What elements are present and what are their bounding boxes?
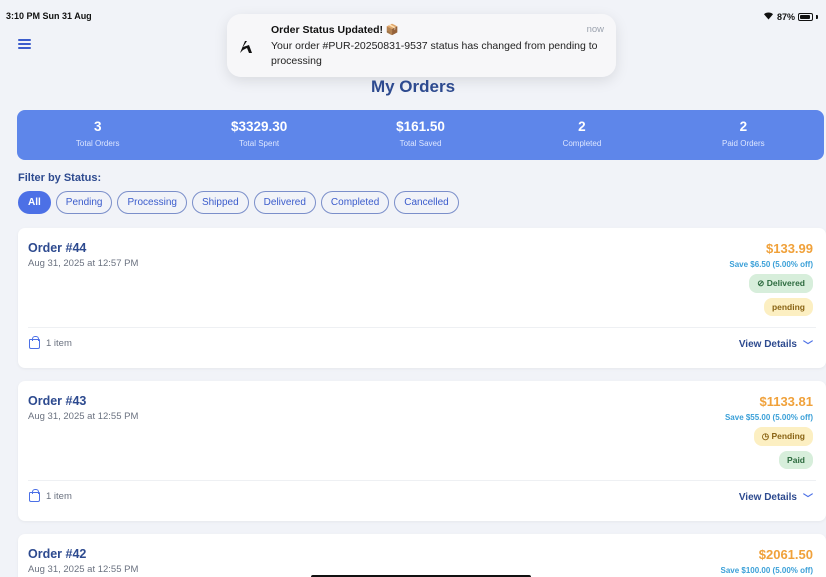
filter-chip-pending[interactable]: Pending bbox=[55, 191, 113, 214]
stat-value: $161.50 bbox=[396, 119, 445, 134]
view-details-label: View Details bbox=[738, 339, 797, 350]
order-date: Aug 31, 2025 at 12:55 PM bbox=[28, 564, 139, 575]
status-filter-chips: All Pending Processing Shipped Delivered… bbox=[18, 191, 459, 214]
view-details-button[interactable]: View Details ﹀ bbox=[739, 490, 813, 505]
battery-icon bbox=[798, 12, 813, 21]
stat-value: 3 bbox=[93, 119, 102, 134]
view-details-button[interactable]: View Details ﹀ bbox=[739, 337, 813, 352]
order-savings: Save $55.00 (5.00% off) bbox=[724, 413, 813, 422]
stat-total-saved: $161.50 Total Saved bbox=[340, 110, 501, 160]
item-count: 1 item bbox=[46, 491, 72, 502]
view-details-label: View Details bbox=[738, 492, 797, 503]
order-price: $1133.81 bbox=[759, 394, 813, 409]
filter-chip-completed[interactable]: Completed bbox=[320, 191, 390, 214]
order-savings: Save $6.50 (5.00% off) bbox=[729, 260, 813, 269]
order-items: 1 item bbox=[29, 335, 72, 349]
divider bbox=[28, 480, 816, 481]
hamburger-menu-icon[interactable] bbox=[18, 39, 31, 49]
filter-chip-processing[interactable]: Processing bbox=[117, 191, 187, 214]
order-date: Aug 31, 2025 at 12:57 PM bbox=[28, 258, 139, 269]
chevron-down-icon: ﹀ bbox=[803, 494, 813, 505]
clock-icon: ◷ bbox=[761, 431, 772, 441]
stat-total-spent: $3329.30 Total Spent bbox=[178, 110, 339, 160]
payment-badge: pending bbox=[763, 298, 813, 316]
battery-tip bbox=[816, 14, 818, 19]
stat-value: $3329.30 bbox=[230, 119, 288, 134]
status-indicators: 87% bbox=[763, 11, 818, 22]
app-logo-icon bbox=[236, 38, 256, 58]
stat-label: Total Orders bbox=[75, 139, 120, 148]
stat-value: 2 bbox=[578, 119, 586, 134]
status-badge-label: Pending bbox=[771, 431, 805, 441]
order-card[interactable]: Order #42 Aug 31, 2025 at 12:55 PM $2061… bbox=[18, 534, 826, 577]
order-title: Order #42 bbox=[28, 547, 87, 561]
order-summary: $2061.50 Save $100.00 (5.00% off) bbox=[721, 547, 814, 575]
status-badge: ◷ Pending bbox=[753, 427, 813, 446]
stats-summary: 3 Total Orders $3329.30 Total Spent $161… bbox=[17, 110, 824, 160]
stat-completed: 2 Completed bbox=[501, 110, 662, 160]
order-card[interactable]: Order #43 Aug 31, 2025 at 12:55 PM $1133… bbox=[18, 381, 826, 521]
stat-paid-orders: 2 Paid Orders bbox=[663, 110, 824, 160]
order-date: Aug 31, 2025 at 12:55 PM bbox=[28, 411, 139, 422]
filter-chip-cancelled[interactable]: Cancelled bbox=[394, 191, 459, 214]
order-title: Order #44 bbox=[28, 241, 87, 255]
page-title: My Orders bbox=[370, 77, 456, 96]
filter-chip-shipped[interactable]: Shipped bbox=[191, 191, 249, 214]
wifi-icon bbox=[763, 11, 774, 22]
item-count: 1 item bbox=[46, 338, 72, 349]
filter-chip-delivered[interactable]: Delivered bbox=[253, 191, 316, 214]
stat-label: Paid Orders bbox=[721, 139, 765, 148]
shopping-bag-icon bbox=[29, 335, 40, 349]
battery-percentage: 87% bbox=[776, 11, 795, 22]
divider bbox=[28, 327, 816, 328]
order-card[interactable]: Order #44 Aug 31, 2025 at 12:57 PM $133.… bbox=[18, 228, 826, 368]
order-savings: Save $100.00 (5.00% off) bbox=[720, 566, 814, 575]
notification-time: now bbox=[586, 24, 604, 35]
order-items: 1 item bbox=[29, 488, 72, 502]
notification-banner[interactable]: Order Status Updated! 📦 now Your order #… bbox=[227, 14, 616, 77]
payment-badge: Paid bbox=[779, 451, 813, 469]
stat-label: Total Saved bbox=[399, 139, 442, 148]
order-price: $133.99 bbox=[766, 241, 813, 256]
order-summary: $133.99 Save $6.50 (5.00% off) ⊘ Deliver… bbox=[729, 241, 813, 316]
order-price: $2061.50 bbox=[758, 547, 813, 562]
stat-label: Total Spent bbox=[239, 139, 280, 148]
notification-body: Your order #PUR-20250831-9537 status has… bbox=[271, 40, 598, 67]
check-circle-icon: ⊘ bbox=[757, 278, 767, 288]
stat-total-orders: 3 Total Orders bbox=[17, 110, 178, 160]
order-title: Order #43 bbox=[28, 394, 87, 408]
order-summary: $1133.81 Save $55.00 (5.00% off) ◷ Pendi… bbox=[725, 394, 813, 469]
status-badge-label: Delivered bbox=[766, 278, 805, 288]
stat-label: Completed bbox=[562, 139, 602, 148]
filter-chip-all[interactable]: All bbox=[18, 191, 51, 214]
shopping-bag-icon bbox=[29, 488, 40, 502]
chevron-down-icon: ﹀ bbox=[803, 341, 813, 352]
status-time: 3:10 PM Sun 31 Aug bbox=[6, 11, 92, 21]
stat-value: 2 bbox=[739, 119, 748, 134]
notification-title: Order Status Updated! 📦 bbox=[271, 24, 400, 36]
filter-label: Filter by Status: bbox=[18, 172, 102, 184]
status-badge: ⊘ Delivered bbox=[749, 274, 813, 293]
